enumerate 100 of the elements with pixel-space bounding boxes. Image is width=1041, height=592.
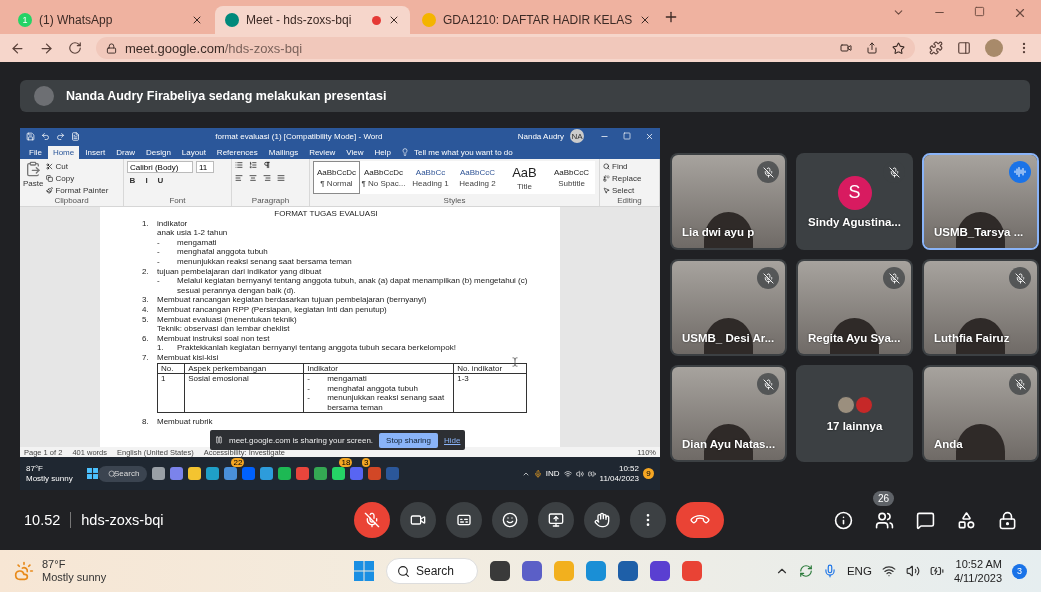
captions-button[interactable]: [446, 502, 482, 538]
style-option[interactable]: AaB Title: [501, 161, 548, 194]
save-icon[interactable]: [26, 131, 35, 141]
user-avatar[interactable]: NA: [570, 129, 584, 143]
app-icon[interactable]: [152, 467, 166, 480]
chat-button[interactable]: [916, 510, 935, 530]
hide-link[interactable]: Hide: [444, 435, 461, 445]
app-icon[interactable]: [278, 467, 292, 480]
mic-icon[interactable]: [822, 564, 837, 578]
search-field[interactable]: Search: [386, 558, 478, 584]
stop-sharing-button[interactable]: Stop sharing: [379, 432, 438, 448]
start-icon[interactable]: [87, 468, 98, 479]
ribbon-tab[interactable]: Draw: [111, 146, 140, 159]
ribbon-tab[interactable]: View: [341, 146, 369, 159]
ribbon-tab[interactable]: Layout: [176, 146, 211, 159]
paste-button[interactable]: Paste: [23, 178, 44, 189]
address-bar[interactable]: meet.google.com/hds-zoxs-bqi: [96, 37, 915, 59]
ribbon-tab[interactable]: Review: [304, 146, 341, 159]
style-option[interactable]: AaBbCcDc ¶ Normal: [313, 161, 360, 194]
close-icon[interactable]: [1013, 6, 1027, 20]
camera-button[interactable]: [400, 502, 436, 538]
wifi-icon[interactable]: [563, 469, 572, 478]
ribbon-tab[interactable]: References: [211, 146, 263, 159]
ribbon-tab[interactable]: File: [24, 146, 47, 159]
browser-tab[interactable]: 1 (1) WhatsApp: [8, 6, 213, 34]
find-button[interactable]: Find: [612, 161, 628, 172]
side-panel-icon[interactable]: [957, 41, 971, 55]
start-icon[interactable]: [354, 561, 374, 581]
mic-icon[interactable]: [533, 469, 542, 478]
reload-icon[interactable]: [68, 41, 82, 55]
format-button[interactable]: U: [155, 176, 166, 185]
end-call-button[interactable]: [676, 502, 724, 538]
undo-icon[interactable]: [41, 131, 50, 141]
format-button[interactable]: B: [127, 176, 138, 185]
app-icon[interactable]: [650, 561, 670, 581]
host-controls-button[interactable]: [998, 510, 1017, 530]
justify-icon[interactable]: [277, 174, 285, 182]
forward-icon[interactable]: [39, 40, 54, 56]
app-icon[interactable]: [260, 467, 274, 480]
app-icon[interactable]: [224, 467, 238, 480]
ribbon-tab[interactable]: Design: [140, 146, 176, 159]
numbering-icon[interactable]: [249, 161, 257, 169]
app-icon[interactable]: [522, 561, 542, 581]
app-icon[interactable]: [296, 467, 310, 480]
present-button[interactable]: [538, 502, 574, 538]
battery-icon[interactable]: [587, 469, 596, 478]
raise-hand-button[interactable]: [584, 502, 620, 538]
close-icon[interactable]: [645, 131, 654, 141]
style-option[interactable]: AaBbCcC Heading 2: [454, 161, 501, 194]
speaker-icon[interactable]: [575, 469, 584, 478]
people-button[interactable]: [875, 510, 894, 530]
close-icon[interactable]: [388, 14, 400, 26]
ribbon-tab[interactable]: Help: [369, 146, 396, 159]
font-select[interactable]: Calibri (Body): [127, 161, 193, 173]
ribbon-tab[interactable]: Home: [47, 146, 80, 159]
pilcrow-icon[interactable]: [263, 161, 271, 169]
app-icon[interactable]: [332, 467, 346, 480]
speaker-icon[interactable]: [905, 564, 920, 578]
close-icon[interactable]: [191, 14, 203, 26]
replace-button[interactable]: Replace: [612, 173, 642, 184]
microphone-button[interactable]: [354, 502, 390, 538]
info-button[interactable]: [834, 510, 853, 530]
bullets-icon[interactable]: [235, 161, 243, 169]
emoji-button[interactable]: [492, 502, 528, 538]
extensions-icon[interactable]: [929, 41, 943, 55]
activities-button[interactable]: [957, 510, 976, 530]
redo-icon[interactable]: [56, 131, 65, 141]
share-icon[interactable]: [866, 41, 878, 54]
app-icon[interactable]: [188, 467, 202, 480]
style-option[interactable]: AaBbCc Heading 1: [407, 161, 454, 194]
browser-tab[interactable]: Meet - hds-zoxs-bqi: [215, 6, 410, 34]
app-icon[interactable]: [490, 561, 510, 581]
document-icon[interactable]: [71, 131, 80, 141]
app-icon[interactable]: [618, 561, 638, 581]
wifi-icon[interactable]: [881, 564, 896, 578]
align-left-icon[interactable]: [235, 174, 243, 182]
app-icon[interactable]: [170, 467, 184, 480]
cut-button[interactable]: Cut: [55, 161, 68, 172]
camera-icon[interactable]: [840, 41, 852, 54]
align-center-icon[interactable]: [249, 174, 257, 182]
back-icon[interactable]: [10, 40, 25, 56]
search-field[interactable]: Search: [98, 465, 148, 482]
paste-icon[interactable]: [25, 161, 42, 177]
ribbon-tab[interactable]: Insert: [80, 146, 111, 159]
align-right-icon[interactable]: [263, 174, 271, 182]
notification-badge[interactable]: 9: [643, 468, 654, 479]
battery-icon[interactable]: [929, 564, 944, 578]
format-painter-button[interactable]: Format Painter: [55, 185, 109, 196]
language-indicator[interactable]: ENG: [846, 565, 872, 577]
app-icon[interactable]: [314, 467, 328, 480]
notification-badge[interactable]: 3: [1012, 563, 1027, 579]
ribbon-tab[interactable]: Mailings: [263, 146, 304, 159]
browser-tab[interactable]: GDA1210: DAFTAR HADIR KELAS: [412, 6, 662, 34]
style-option[interactable]: AaBbCcC Subtitle: [548, 161, 595, 194]
maximize-icon[interactable]: [974, 6, 985, 17]
copy-button[interactable]: Copy: [55, 173, 75, 184]
size-select[interactable]: 11: [196, 161, 214, 173]
style-option[interactable]: AaBbCcDc ¶ No Spac...: [360, 161, 407, 194]
tell-me-field[interactable]: Tell me what you want to do: [410, 146, 517, 159]
star-icon[interactable]: [892, 41, 905, 55]
